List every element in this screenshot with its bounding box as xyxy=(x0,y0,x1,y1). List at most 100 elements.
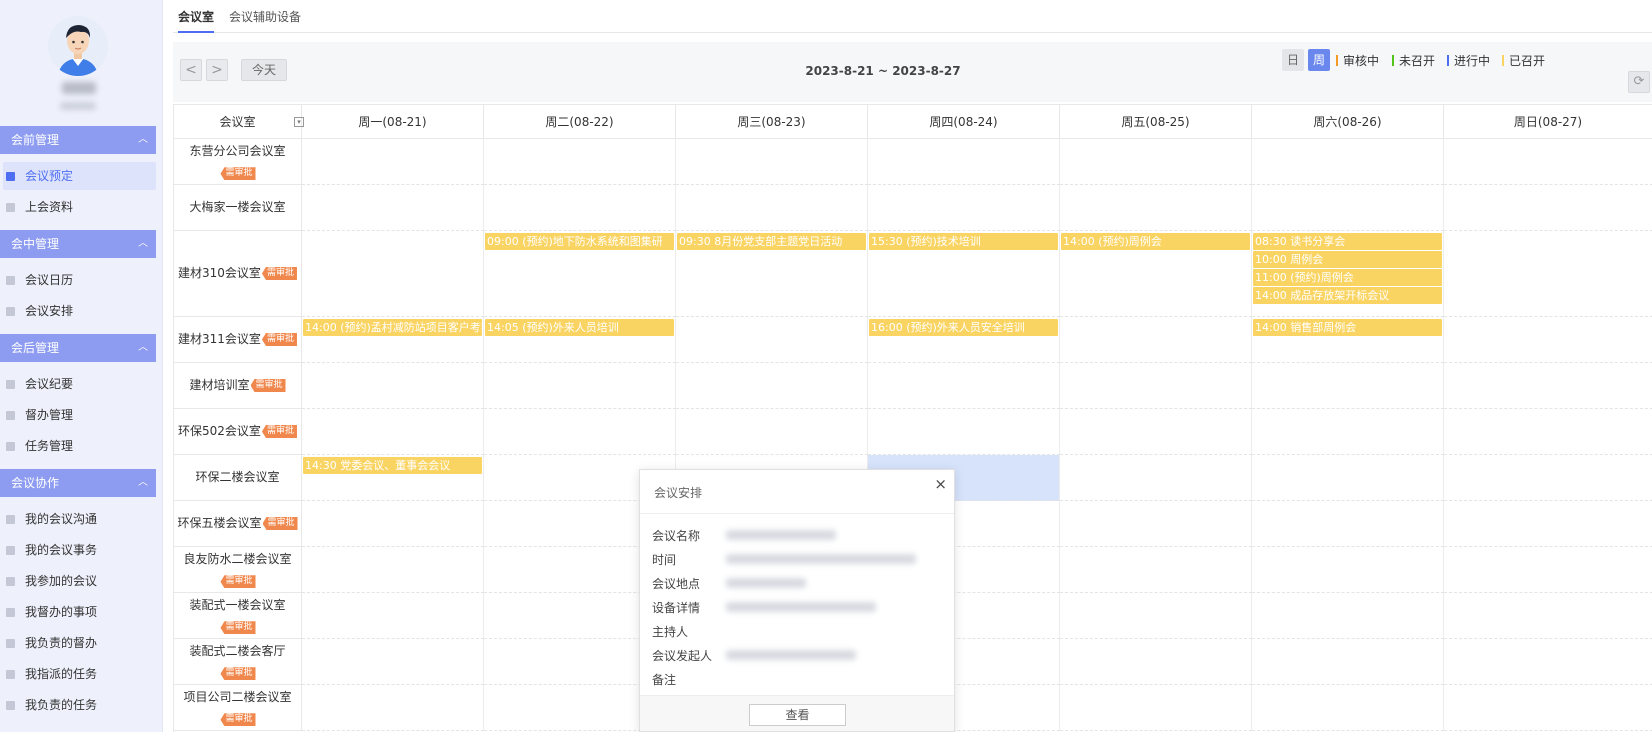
menu-group-3[interactable]: 会议协作 ︿ xyxy=(0,469,156,497)
calendar-cell[interactable] xyxy=(1252,455,1444,501)
calendar-cell[interactable] xyxy=(302,547,484,593)
calendar-cell[interactable] xyxy=(1060,547,1252,593)
menu-item[interactable]: 我督办的事项 xyxy=(0,598,156,626)
meeting-event[interactable]: 14:00 (预约)孟村减防站项目客户考察 xyxy=(303,319,482,336)
meeting-event[interactable]: 14:00 销售部周例会 xyxy=(1253,319,1442,336)
calendar-cell[interactable] xyxy=(1060,593,1252,639)
menu-item[interactable]: 上会资料 xyxy=(0,193,156,221)
meeting-event[interactable]: 14:30 党委会议、董事会会议 xyxy=(303,457,482,474)
calendar-cell[interactable] xyxy=(1444,185,1652,231)
calendar-cell[interactable] xyxy=(1444,593,1652,639)
calendar-cell[interactable] xyxy=(676,409,868,455)
calendar-cell[interactable] xyxy=(1444,547,1652,593)
calendar-cell[interactable] xyxy=(1444,317,1652,363)
calendar-cell[interactable] xyxy=(676,139,868,185)
menu-item[interactable]: 会议日历 xyxy=(0,266,156,294)
meeting-event[interactable]: 10:00 周例会 xyxy=(1253,251,1442,268)
calendar-cell[interactable] xyxy=(1444,139,1652,185)
meeting-event[interactable]: 08:30 读书分享会 xyxy=(1253,233,1442,250)
menu-item[interactable]: 会议纪要 xyxy=(0,370,156,398)
menu-item[interactable]: 任务管理 xyxy=(0,432,156,460)
menu-item[interactable]: 我参加的会议 xyxy=(0,567,156,595)
meeting-event[interactable]: 14:05 (预约)外来人员培训 xyxy=(485,319,674,336)
calendar-cell[interactable] xyxy=(1252,685,1444,731)
calendar-cell[interactable] xyxy=(302,593,484,639)
today-button[interactable]: 今天 xyxy=(241,59,287,81)
calendar-cell[interactable] xyxy=(1252,409,1444,455)
calendar-cell[interactable] xyxy=(484,363,676,409)
calendar-cell[interactable] xyxy=(1060,639,1252,685)
calendar-cell[interactable] xyxy=(676,317,868,363)
calendar-cell[interactable] xyxy=(484,139,676,185)
calendar-cell[interactable] xyxy=(1060,317,1252,363)
refresh-icon[interactable]: ⟳ xyxy=(1628,71,1650,93)
calendar-cell[interactable] xyxy=(302,685,484,731)
menu-item[interactable]: 我指派的任务 xyxy=(0,660,156,688)
view-day-button[interactable]: 日 xyxy=(1282,49,1304,71)
menu-item[interactable]: 我的会议沟通 xyxy=(0,505,156,533)
user-avatar[interactable] xyxy=(48,16,108,76)
calendar-cell[interactable] xyxy=(1444,231,1652,317)
calendar-cell[interactable] xyxy=(1444,409,1652,455)
calendar-cell[interactable] xyxy=(1252,185,1444,231)
calendar-cell[interactable] xyxy=(302,231,484,317)
calendar-cell[interactable] xyxy=(302,409,484,455)
calendar-cell[interactable] xyxy=(1252,363,1444,409)
calendar-cell[interactable] xyxy=(302,501,484,547)
calendar-cell[interactable] xyxy=(1060,455,1252,501)
menu-item[interactable]: 会议预定 xyxy=(3,162,156,190)
calendar-cell[interactable] xyxy=(868,185,1060,231)
calendar-cell[interactable] xyxy=(1060,685,1252,731)
meeting-event[interactable]: 14:00 (预约)周例会 xyxy=(1061,233,1250,250)
calendar-cell[interactable] xyxy=(1252,139,1444,185)
meeting-event[interactable]: 09:30 8月份党支部主题党日活动 xyxy=(677,233,866,250)
calendar-cell[interactable] xyxy=(302,185,484,231)
view-button[interactable]: 查看 xyxy=(749,704,846,726)
menu-group-1[interactable]: 会中管理 ︿ xyxy=(0,230,156,258)
calendar-cell[interactable] xyxy=(868,409,1060,455)
calendar-cell[interactable] xyxy=(1252,639,1444,685)
calendar-cell[interactable] xyxy=(302,363,484,409)
calendar-cell[interactable] xyxy=(1444,685,1652,731)
meeting-event[interactable]: 16:00 (预约)外来人员安全培训 xyxy=(869,319,1058,336)
calendar-cell[interactable] xyxy=(1444,639,1652,685)
meeting-event[interactable]: 11:00 (预约)周例会 xyxy=(1253,269,1442,286)
menu-group-0[interactable]: 会前管理 ︿ xyxy=(0,126,156,154)
calendar-cell[interactable] xyxy=(302,139,484,185)
calendar-cell[interactable] xyxy=(484,185,676,231)
calendar-cell[interactable] xyxy=(484,409,676,455)
calendar-cell[interactable] xyxy=(1444,455,1652,501)
meeting-event[interactable]: 15:30 (预约)技术培训 xyxy=(869,233,1058,250)
menu-item[interactable]: 督办管理 xyxy=(0,401,156,429)
calendar-cell[interactable] xyxy=(676,363,868,409)
calendar-cell[interactable] xyxy=(302,639,484,685)
calendar-cell[interactable] xyxy=(1252,501,1444,547)
menu-group-2[interactable]: 会后管理 ︿ xyxy=(0,334,156,362)
calendar-cell[interactable] xyxy=(868,363,1060,409)
view-week-button[interactable]: 周 xyxy=(1308,49,1330,71)
menu-item[interactable]: 我负责的任务 xyxy=(0,691,156,719)
menu-item[interactable]: 我的会议事务 xyxy=(0,536,156,564)
calendar-cell[interactable] xyxy=(1444,501,1652,547)
calendar-cell[interactable] xyxy=(1252,547,1444,593)
calendar-cell[interactable] xyxy=(1252,593,1444,639)
calendar-toolbar: < > 今天 2023-8-21 ~ 2023-8-27 日 周 审核中 未召开… xyxy=(173,42,1652,102)
meeting-event[interactable]: 14:00 成品存放架开标会议 xyxy=(1253,287,1442,304)
popup-field-value-blurred xyxy=(726,554,916,564)
next-week-button[interactable]: > xyxy=(206,59,228,81)
menu-item[interactable]: 我负责的督办 xyxy=(0,629,156,657)
calendar-cell[interactable] xyxy=(868,139,1060,185)
calendar-cell[interactable] xyxy=(1444,363,1652,409)
calendar-cell[interactable] xyxy=(1060,185,1252,231)
calendar-cell[interactable] xyxy=(676,185,868,231)
calendar-cell[interactable] xyxy=(1060,501,1252,547)
close-icon[interactable]: × xyxy=(934,475,947,493)
tab-meeting-room[interactable]: 会议室 xyxy=(178,8,215,33)
meeting-event[interactable]: 09:00 (预约)地下防水系统和图集研 xyxy=(485,233,674,250)
calendar-cell[interactable] xyxy=(1060,139,1252,185)
calendar-cell[interactable] xyxy=(1060,363,1252,409)
menu-item[interactable]: 会议安排 xyxy=(0,297,156,325)
calendar-cell[interactable] xyxy=(1060,409,1252,455)
prev-week-button[interactable]: < xyxy=(180,59,202,81)
tab-aux-equipment[interactable]: 会议辅助设备 xyxy=(229,8,301,33)
